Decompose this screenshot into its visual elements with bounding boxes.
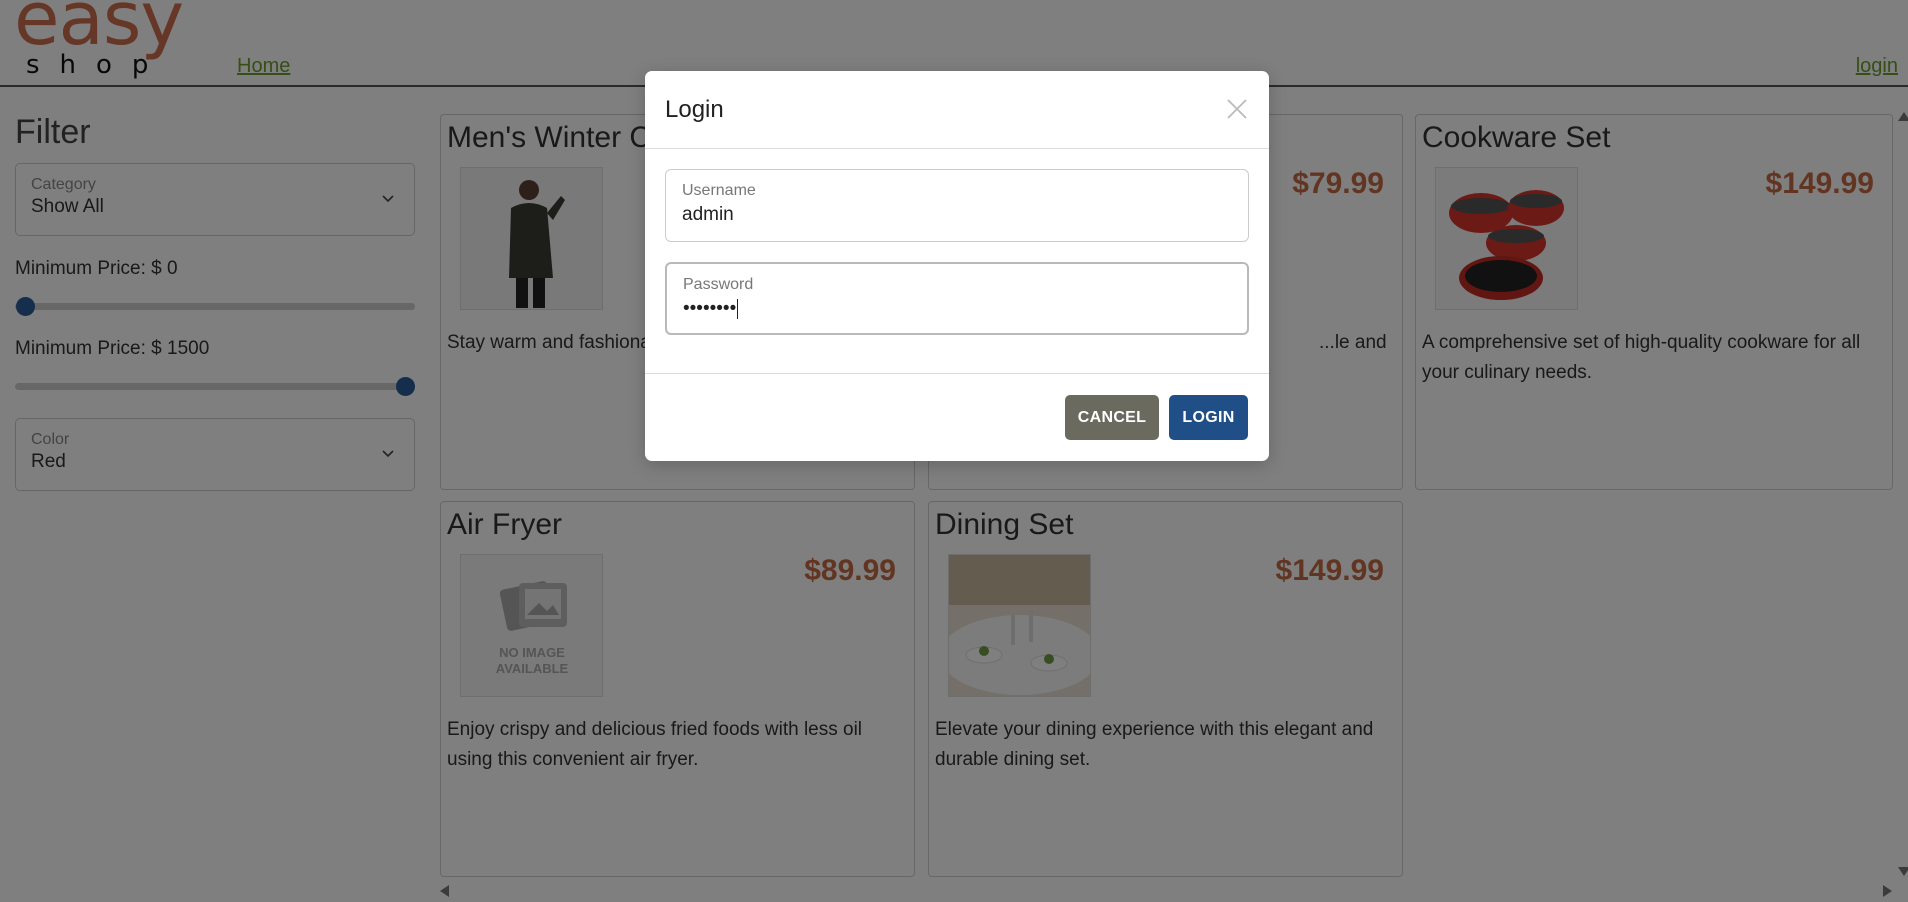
username-label: Username: [682, 182, 756, 199]
username-field[interactable]: Username admin: [665, 169, 1249, 242]
login-button[interactable]: LOGIN: [1169, 395, 1248, 440]
password-value-row: ••••••••: [683, 298, 1231, 320]
password-field[interactable]: Password ••••••••: [665, 262, 1249, 335]
close-icon[interactable]: [1225, 97, 1249, 121]
cancel-button[interactable]: CANCEL: [1065, 395, 1159, 440]
login-modal: Login Username admin Password •••••••• C…: [645, 71, 1269, 461]
modal-title: Login: [665, 96, 724, 123]
modal-body: Username admin Password ••••••••: [645, 149, 1269, 374]
modal-footer: CANCEL LOGIN: [645, 374, 1269, 460]
modal-header: Login: [645, 71, 1269, 149]
password-label: Password: [683, 276, 754, 293]
text-caret: [737, 298, 739, 319]
password-value: ••••••••: [683, 298, 737, 319]
username-value: admin: [682, 204, 734, 225]
